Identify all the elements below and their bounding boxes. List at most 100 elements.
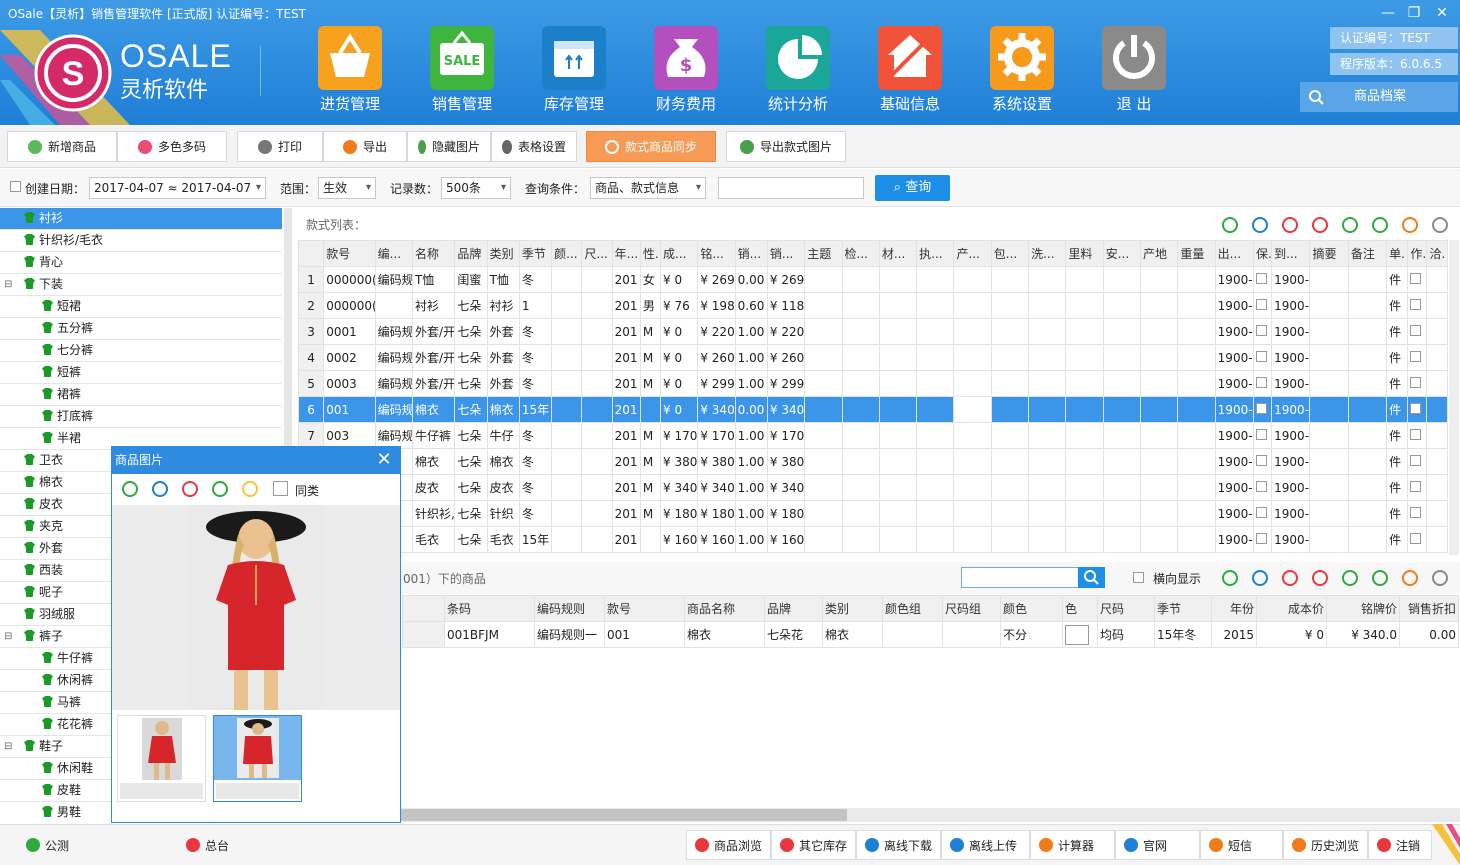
history-button[interactable]: 历史浏览 — [1283, 830, 1368, 860]
grid-header[interactable]: 执... — [916, 240, 955, 267]
grid-header[interactable]: 安... — [1102, 240, 1142, 267]
other-stock-button[interactable]: 其它库存 — [771, 830, 856, 860]
collapse-icon[interactable]: ⊟ — [4, 736, 12, 757]
grid-header[interactable]: 颜... — [551, 240, 583, 267]
headquarters-button[interactable]: 总台 — [180, 830, 340, 860]
export-style-images-button[interactable]: 导出款式图片 — [726, 131, 846, 162]
product-header[interactable]: 年份 — [1211, 595, 1257, 622]
row-checkbox[interactable] — [1410, 272, 1422, 284]
table-row[interactable]: 8规棉衣七朵棉衣冬201M¥ 380¥ 3801.00¥ 3801900-190… — [297, 448, 1448, 475]
delete-icon[interactable] — [1282, 217, 1298, 233]
tree-node[interactable]: 衬衫 — [0, 208, 282, 230]
remove-icon[interactable] — [1312, 570, 1328, 586]
module-button-6[interactable] — [990, 26, 1054, 90]
row-checkbox[interactable] — [1256, 402, 1267, 414]
grid-header[interactable] — [297, 240, 325, 267]
grid-header[interactable]: 包... — [990, 240, 1030, 267]
edit-icon[interactable] — [1252, 217, 1268, 233]
row-checkbox[interactable] — [1410, 376, 1422, 388]
download-icon[interactable] — [1372, 570, 1388, 586]
tree-node[interactable]: 短裙 — [0, 296, 282, 318]
table-row[interactable]: 5 0003 编码规 外套/开 七朵 外套冬 201 M ¥ 0 ¥ 299 1.00 ¥ 299 19… — [297, 370, 1448, 397]
module-button-3[interactable]: $ — [654, 26, 718, 90]
row-checkbox[interactable] — [1410, 480, 1422, 492]
condition-select[interactable]: 商品、款式信息 — [590, 177, 706, 199]
offline-download-button[interactable]: 离线下载 — [856, 830, 941, 860]
product-archive-button[interactable]: 商品档案 — [1300, 82, 1458, 112]
row-checkbox[interactable] — [1410, 324, 1422, 336]
grid-header[interactable]: 编... — [374, 240, 413, 267]
module-button-2[interactable] — [542, 26, 606, 90]
grid-header[interactable]: 检... — [841, 240, 880, 267]
row-checkbox[interactable] — [1256, 324, 1267, 336]
product-header[interactable]: 铭牌价 — [1326, 595, 1400, 622]
offline-upload-button[interactable]: 离线上传 — [941, 830, 1030, 860]
grid-header[interactable]: 作. — [1407, 240, 1428, 267]
row-checkbox[interactable] — [1256, 454, 1267, 466]
row-checkbox[interactable] — [1410, 298, 1422, 310]
upload-icon[interactable] — [1402, 217, 1418, 233]
product-header[interactable]: 尺码 — [1097, 595, 1155, 622]
product-header[interactable] — [402, 595, 445, 622]
module-button-5[interactable] — [878, 26, 942, 90]
dialog-close-icon[interactable]: ✕ — [372, 448, 396, 472]
grid-header[interactable]: 摘要 — [1309, 240, 1349, 267]
refresh-icon[interactable] — [212, 481, 228, 497]
table-row[interactable]: 7 003 编码规 牛仔裤 七朵 牛仔冬 201 M ¥ 170 ¥ 170 1.00 ¥ 170 19… — [297, 422, 1448, 449]
grid-header[interactable]: 成... — [660, 240, 699, 267]
tree-node[interactable]: 背心 — [0, 252, 282, 274]
table-row[interactable]: 2 000000(衬衫 七朵 衬衫 1 201 男 ¥ 76 ¥ 198 0.60 ¥ 118 190… — [297, 292, 1448, 319]
product-header[interactable]: 成本价 — [1256, 595, 1327, 622]
table-row[interactable]: 001BFJM 编码规则一 001 棉衣 七朵花 棉衣 不分 均码 15年冬 2015 ¥ 0 ¥ 3… — [402, 621, 1459, 648]
thumbnail-1[interactable] — [117, 715, 206, 802]
row-checkbox[interactable] — [1256, 428, 1267, 440]
grid-header[interactable]: 重量 — [1177, 240, 1216, 267]
grid-header[interactable]: 类别 — [486, 240, 520, 267]
edit-icon[interactable] — [152, 481, 168, 497]
count-select[interactable]: 500条 — [441, 177, 511, 199]
check-icon[interactable] — [1342, 570, 1358, 586]
download-icon[interactable] — [1372, 217, 1388, 233]
wrench-icon[interactable] — [1432, 217, 1448, 233]
row-checkbox[interactable] — [1410, 350, 1422, 362]
grid-header[interactable]: 洽. — [1426, 240, 1448, 267]
grid-header[interactable]: 备注 — [1347, 240, 1388, 267]
collapse-icon[interactable]: ⊟ — [4, 274, 12, 295]
grid-header[interactable]: 洗... — [1028, 240, 1067, 267]
close-button[interactable]: ✕ — [1432, 4, 1452, 22]
row-checkbox[interactable] — [1256, 506, 1267, 518]
table-row[interactable]: 1 000000(编码规 T恤 闺蜜 T恤冬 201 女 ¥ 0 ¥ 269 0.00 ¥ 269 1… — [297, 266, 1448, 293]
color-swatch[interactable] — [1065, 624, 1089, 645]
grid-header[interactable]: 尺... — [581, 240, 613, 267]
wrench-icon[interactable] — [1432, 570, 1448, 586]
table-row[interactable]: 9规皮衣七朵皮衣冬201M¥ 340¥ 3401.00¥ 3401900-190… — [297, 474, 1448, 501]
row-checkbox[interactable] — [1256, 272, 1267, 284]
grid-scrollbar[interactable] — [1449, 240, 1459, 555]
product-hscroll-thumb[interactable] — [400, 809, 847, 821]
product-header[interactable]: 颜色组 — [882, 595, 943, 622]
grid-header[interactable]: 性. — [639, 240, 662, 267]
style-sync-button[interactable]: 款式商品同步 — [586, 131, 716, 162]
table-settings-button[interactable]: 表格设置 — [491, 131, 577, 162]
module-button-4[interactable] — [766, 26, 830, 90]
product-header[interactable]: 编码规则 — [534, 595, 605, 622]
add-icon[interactable] — [1222, 570, 1238, 586]
product-search-input[interactable] — [961, 567, 1079, 588]
collapse-icon[interactable]: ⊟ — [4, 626, 12, 647]
delete-icon[interactable] — [1282, 570, 1298, 586]
table-row[interactable]: 4 0002 编码规 外套/开 七朵 外套冬 201 M ¥ 0 ¥ 260 1.00 ¥ 260 19… — [297, 344, 1448, 371]
table-row[interactable]: 11规毛衣七朵毛衣15年201¥ 160¥ 1601.00¥ 1601900-1… — [297, 526, 1448, 553]
star-icon[interactable] — [242, 481, 258, 497]
tree-node[interactable]: 裙裤 — [0, 384, 282, 406]
grid-header[interactable]: 年... — [611, 240, 641, 267]
export-button[interactable]: 导出 — [323, 131, 407, 162]
query-button[interactable]: ⌕ 查询 — [875, 175, 950, 201]
minimize-button[interactable]: — — [1378, 4, 1398, 22]
row-checkbox[interactable] — [1410, 506, 1422, 518]
grid-header[interactable]: 款号 — [323, 240, 376, 267]
product-header[interactable]: 尺码组 — [942, 595, 1001, 622]
table-row[interactable]: 10规针织衫,七朵针织冬201M¥ 180¥ 1801.00¥ 1801900-… — [297, 500, 1448, 527]
grid-header[interactable]: 销... — [734, 240, 768, 267]
grid-header[interactable]: 到... — [1271, 240, 1311, 267]
row-checkbox[interactable] — [1410, 402, 1422, 414]
